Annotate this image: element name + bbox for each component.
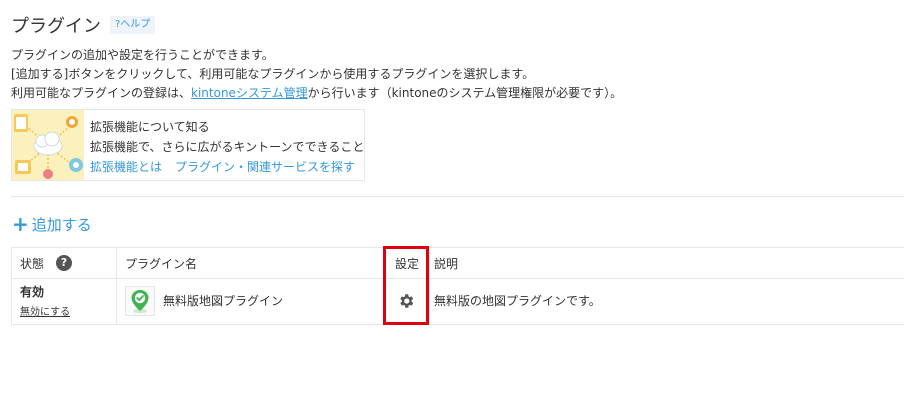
plugin-description: 無料版の地図プラグインです。 — [434, 294, 601, 308]
header-status: 状態 — [20, 257, 45, 271]
plugin-name: 無料版地図プラグイン — [163, 294, 284, 308]
column-divider — [426, 248, 427, 324]
header-description: 説明 — [434, 257, 459, 271]
description-line-3: 利用可能なプラグインの登録は、kintoneシステム管理から行います（kinto… — [11, 84, 622, 101]
extension-subtitle: 拡張機能で、さらに広がるキントーンでできること — [90, 140, 365, 154]
map-pin-icon — [125, 286, 155, 316]
header-settings: 設定 — [395, 257, 420, 271]
extension-illustration — [12, 110, 84, 180]
system-admin-link[interactable]: kintoneシステム管理 — [191, 86, 308, 100]
description-line-3-post: から行います（kintoneのシステム管理権限が必要です）。 — [307, 86, 623, 100]
plus-icon: + — [12, 212, 29, 236]
gear-icon[interactable] — [397, 292, 415, 310]
plugin-table: 状態 ? プラグイン名 設定 説明 有効 無効にする 無料版地図プラグイン 無料… — [11, 247, 904, 325]
section-divider — [11, 196, 904, 197]
description-line-3-pre: 利用可能なプラグインの登録は、 — [11, 86, 192, 100]
status-value: 有効 — [20, 285, 45, 299]
add-plugin-label: 追加する — [31, 215, 92, 234]
description-line-1: プラグインの追加や設定を行うことができます。 — [11, 48, 274, 62]
question-icon[interactable]: ? — [56, 255, 72, 271]
header-plugin-name: プラグイン名 — [125, 257, 198, 271]
extension-about-link[interactable]: 拡張機能とは — [90, 158, 162, 175]
add-plugin-button[interactable]: + 追加する — [12, 213, 92, 235]
extension-title: 拡張機能について知る — [90, 120, 210, 134]
help-link[interactable]: ?ヘルプ — [110, 16, 156, 34]
column-divider — [116, 248, 117, 324]
find-plugins-link[interactable]: プラグイン・関連サービスを探す — [175, 158, 355, 175]
disable-link[interactable]: 無効にする — [20, 303, 70, 318]
column-divider — [383, 248, 384, 324]
page-title: プラグイン — [11, 16, 101, 37]
description-line-2: [追加する]ボタンをクリックして、利用可能なプラグインから使用するプラグインを選… — [11, 67, 535, 81]
extension-card: 拡張機能について知る 拡張機能で、さらに広がるキントーンでできること 拡張機能と… — [11, 109, 365, 181]
